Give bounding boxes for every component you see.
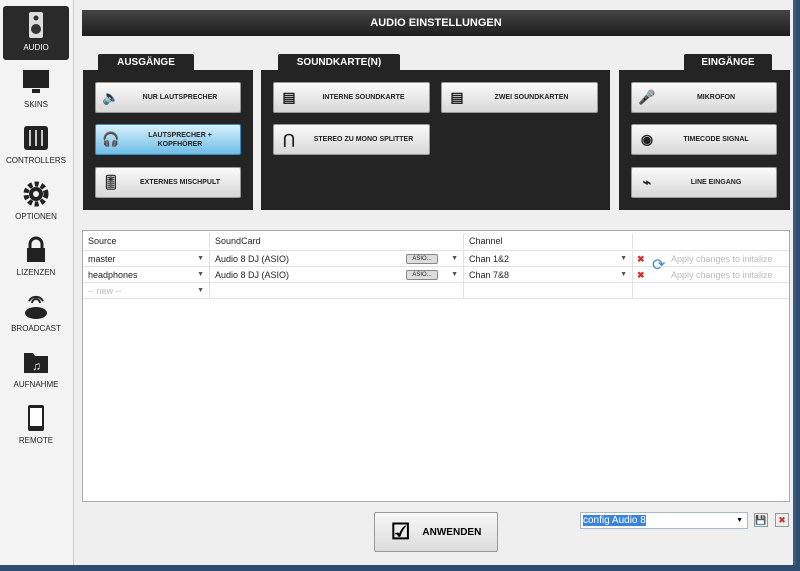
sidebar-item-skins[interactable]: SKINS <box>3 63 69 117</box>
chevron-down-icon: ▼ <box>620 255 627 262</box>
refresh-icon[interactable]: ⟳ <box>652 255 665 275</box>
headphones-icon: 🎧 <box>102 131 120 147</box>
empty-cell <box>210 283 464 299</box>
soundcard-icon: ▤ <box>282 89 296 105</box>
cable-icon: ⌁ <box>642 174 652 190</box>
close-icon: ✖ <box>778 515 786 525</box>
apply-button[interactable]: ☑ ANWENDEN <box>374 512 498 552</box>
timecode-signal-button[interactable]: ◉ TIMECODE SIGNAL <box>631 124 777 155</box>
chevron-down-icon: ▼ <box>197 271 204 278</box>
line-input-button[interactable]: ⌁ LINE EINGANG <box>631 167 777 198</box>
status-text: Apply changes to initalize <box>671 270 773 280</box>
soundcard-select[interactable]: Audio 8 DJ (ASIO) ASIO... ▼ <box>210 251 464 267</box>
internal-soundcard-button[interactable]: ▤ INTERNE SOUNDKARTE <box>273 82 430 113</box>
table-row: headphones ▼ Audio 8 DJ (ASIO) ASIO... ▼ Ch… <box>83 267 789 283</box>
sidebar-item-lizenzen[interactable]: LIZENZEN <box>3 231 69 285</box>
speakers-only-button[interactable]: 🔈 NUR LAUTSPRECHER <box>95 82 241 113</box>
sidebar-item-remote[interactable]: REMOTE <box>3 399 69 453</box>
chevron-down-icon: ▼ <box>736 517 743 524</box>
two-soundcards-button[interactable]: ▤ ZWEI SOUNDKARTEN <box>441 82 598 113</box>
stereo-mono-splitter-button[interactable]: ⋂ STEREO ZU MONO SPLITTER <box>273 124 430 155</box>
header-soundcard: SoundCard <box>210 233 464 249</box>
source-select[interactable]: master ▼ <box>83 251 210 267</box>
soundcards-panel: ▤ INTERNE SOUNDKARTE ▤ ZWEI SOUNDKARTEN ⋂ S… <box>261 70 610 210</box>
chevron-down-icon: ▼ <box>620 271 627 278</box>
broadcast-icon <box>25 295 47 319</box>
checkbox-icon: ☑ <box>390 519 411 544</box>
svg-text:♫: ♫ <box>32 359 41 373</box>
gear-icon <box>23 181 49 207</box>
external-mixer-button[interactable]: 🎚 EXTERNES MISCHPULT <box>95 167 241 198</box>
channel-select[interactable]: Chan 1&2 ▼ <box>464 251 633 267</box>
delete-config-button[interactable]: ✖ <box>775 513 789 527</box>
chevron-down-icon: ▼ <box>451 271 458 278</box>
asio-button[interactable]: ASIO... <box>406 270 438 280</box>
speakers-headphones-button[interactable]: 🎧 LAUTSPRECHER + KOPFHÖRER <box>95 124 241 155</box>
status-text: Apply changes to initalize <box>671 254 773 264</box>
chevron-down-icon: ▼ <box>197 255 204 262</box>
sidebar-item-optionen[interactable]: OPTIONEN <box>3 175 69 229</box>
soundcard-icon: ▤ <box>450 89 464 105</box>
soundcards-tab: SOUNDKARTE(N) <box>278 54 400 71</box>
audio-settings-window: AUDIO SKINS CONTROLLERS OPTIONEN LIZENZE… <box>0 0 796 565</box>
empty-cell <box>464 283 633 299</box>
monitor-icon <box>23 70 49 93</box>
outputs-panel: 🔈 NUR LAUTSPRECHER 🎧 LAUTSPRECHER + KOPFHÖ… <box>83 70 253 210</box>
audio-routing-table: Source SoundCard Channel master ▼ Audio 8… <box>82 230 790 502</box>
soundcard-select[interactable]: Audio 8 DJ (ASIO) ASIO... ▼ <box>210 267 464 283</box>
config-select[interactable]: config Audio 8 ▼ <box>580 512 748 529</box>
vinyl-icon: ◉ <box>640 131 654 147</box>
chevron-down-icon: ▼ <box>451 255 458 262</box>
speaker-icon <box>29 12 43 38</box>
speaker-icon: 🔈 <box>102 89 120 105</box>
microphone-button[interactable]: 🎤 MIKROFON <box>631 82 777 113</box>
new-source-select[interactable]: -- new -- ▼ <box>83 283 210 299</box>
inputs-tab: EINGÄNGE <box>684 54 772 71</box>
header-source: Source <box>83 233 210 249</box>
sidebar-item-broadcast[interactable]: BROADCAST <box>3 287 69 341</box>
asio-button[interactable]: ASIO... <box>406 254 438 264</box>
sidebar-item-audio[interactable]: AUDIO <box>3 6 69 60</box>
chevron-down-icon: ▼ <box>197 287 204 294</box>
outputs-tab: AUSGÄNGE <box>98 54 194 71</box>
save-config-button[interactable]: 💾 <box>754 513 768 527</box>
sidebar: AUDIO SKINS CONTROLLERS OPTIONEN LIZENZE… <box>0 0 74 565</box>
save-icon: 💾 <box>755 515 767 525</box>
table-header: Source SoundCard Channel <box>83 233 789 251</box>
header-channel: Channel <box>464 233 633 249</box>
delete-row-icon[interactable]: ✖ <box>637 251 645 267</box>
channel-select[interactable]: Chan 7&8 ▼ <box>464 267 633 283</box>
table-row-new: -- new -- ▼ <box>83 283 789 299</box>
mixer-icon: 🎚 <box>102 174 120 190</box>
source-select[interactable]: headphones ▼ <box>83 267 210 283</box>
delete-row-icon[interactable]: ✖ <box>637 267 645 283</box>
page-title: AUDIO EINSTELLUNGEN <box>82 10 790 36</box>
table-row: master ▼ Audio 8 DJ (ASIO) ASIO... ▼ Chan 1… <box>83 251 789 267</box>
music-folder-icon: ♫ <box>24 353 48 373</box>
tablet-icon <box>28 405 44 431</box>
mixer-icon <box>24 126 48 150</box>
sidebar-item-controllers[interactable]: CONTROLLERS <box>3 119 69 173</box>
cable-splitter-icon: ⋂ <box>283 131 295 147</box>
lock-icon <box>27 236 45 262</box>
sidebar-item-aufnahme[interactable]: ♫ AUFNAHME <box>3 343 69 397</box>
microphone-icon: 🎤 <box>638 89 656 105</box>
inputs-panel: 🎤 MIKROFON ◉ TIMECODE SIGNAL ⌁ LINE EINGANG <box>619 70 790 210</box>
